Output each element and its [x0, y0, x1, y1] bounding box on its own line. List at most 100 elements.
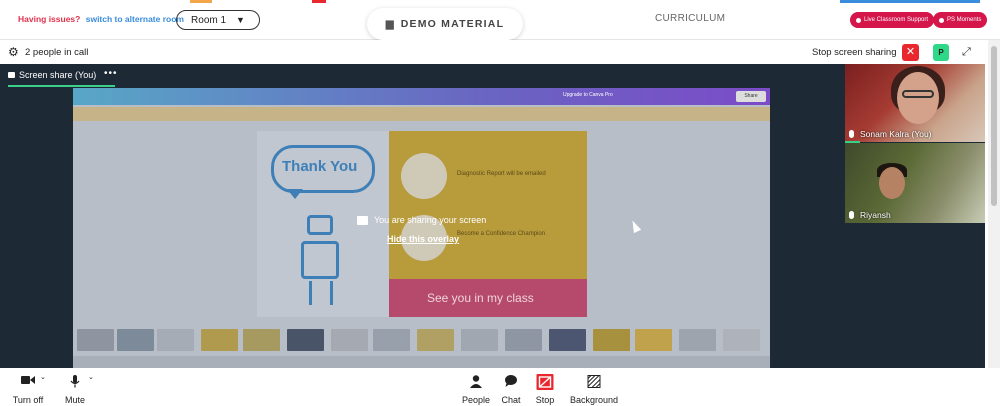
ps-moments-button[interactable]: PS Moments [933, 12, 988, 28]
robot-body [301, 241, 339, 279]
video-camera-icon [21, 375, 35, 387]
support-icon [856, 17, 861, 23]
slide-item-2: Become a Confidence Champion [457, 231, 546, 237]
folder-icon: ▆ [385, 18, 395, 30]
slide-thumbnail [201, 329, 238, 351]
participant-face [879, 167, 905, 199]
active-tab-indicator [8, 85, 115, 87]
sharing-overlay-message: You are sharing your screen [374, 215, 487, 225]
chat-bubble-icon [505, 375, 518, 389]
screen-upload-icon [357, 215, 368, 225]
microphone-icon [70, 375, 80, 390]
stop-label: Stop [535, 395, 555, 405]
people-button[interactable]: People [458, 368, 494, 406]
scrollbar[interactable] [988, 40, 1000, 368]
tab-screen-share[interactable]: Screen share (You) [8, 70, 96, 80]
slide-item-1: Diagnostic Report will be emailed [457, 171, 546, 177]
pin-button[interactable]: P [933, 44, 949, 61]
moments-icon [939, 17, 944, 23]
ps-moments-label: PS Moments [947, 17, 982, 23]
tab-demo-material[interactable]: ▆ DEMO MATERIAL [367, 8, 523, 40]
participant-name: Sonam Kalra (You) [849, 129, 932, 139]
close-icon: ✕ [905, 46, 916, 58]
shared-warning-banner [73, 107, 770, 121]
slide-thumbnail [679, 329, 716, 351]
caret-down-icon: ▼ [236, 15, 245, 25]
slide-thumbnail [77, 329, 114, 351]
hide-overlay-link[interactable]: Hide this overlay [387, 234, 459, 244]
live-support-label: Live Classroom Support [864, 17, 929, 23]
issues-notice: Having issues? switch to alternate room [18, 14, 184, 24]
shared-share-button: Share [736, 91, 766, 102]
top-bar: Having issues? switch to alternate room … [0, 0, 1000, 40]
participant-tile[interactable]: Riyansh [845, 143, 985, 223]
call-controls: Turn off ⌄ Mute ⌄ People Chat Stop Backg… [0, 368, 1000, 406]
slide-thumbnail [331, 329, 368, 351]
slide-thumbnail [373, 329, 410, 351]
chevron-down-icon[interactable]: ⌄ [88, 373, 94, 381]
issues-text: Having issues? [18, 14, 81, 24]
chat-label: Chat [501, 395, 521, 405]
slide-footer: See you in my class [427, 291, 534, 305]
slide-thumbnail [723, 329, 760, 351]
participant-name-label: Riyansh [860, 210, 891, 220]
stop-sharing-label: Stop screen sharing [812, 47, 897, 58]
scrollbar-thumb[interactable] [991, 46, 997, 206]
robot-legs [309, 281, 333, 305]
slide-thumbnail [593, 329, 630, 351]
slide-panel: Diagnostic Report will be emailed Become… [389, 131, 587, 279]
slide-thumbnail [417, 329, 454, 351]
room-select-value: Room 1 [191, 14, 227, 26]
room-select[interactable]: Room 1 ▼ [176, 10, 260, 30]
background-label: Background [569, 395, 619, 405]
participant-name: Riyansh [849, 210, 891, 220]
background-button[interactable]: Background [566, 368, 622, 406]
slide-thumbnail [243, 329, 280, 351]
sharing-overlay: You are sharing your screen [357, 215, 486, 225]
participant-name-label: Sonam Kalra (You) [860, 129, 932, 139]
slide-thumbnail [157, 329, 194, 351]
call-header: ⚙ 2 people in call Stop screen sharing [0, 40, 1000, 64]
people-count: 2 people in call [25, 47, 89, 58]
mute-label: Mute [64, 395, 85, 405]
slide-title: Thank You [282, 158, 358, 175]
camera-label: Turn off [12, 395, 44, 405]
people-label: People [461, 395, 491, 405]
report-icon [401, 153, 447, 199]
decorative-stripe [840, 0, 980, 3]
shared-screen-preview: Upgrade to Canva Pro Share Thank You Dia… [73, 88, 770, 368]
glasses [902, 90, 934, 98]
robot-illustration [307, 215, 333, 235]
stop-share-button[interactable]: Stop [530, 368, 560, 406]
speech-bubble: Thank You [271, 145, 375, 193]
mic-icon [849, 130, 854, 138]
gear-icon[interactable]: ⚙ [8, 45, 19, 59]
slide-thumbnails [73, 327, 770, 355]
slide-thumbnail [635, 329, 672, 351]
slide-thumbnail [549, 329, 586, 351]
decorative-stripe [312, 0, 326, 3]
slide-thumbnail [287, 329, 324, 351]
person-icon [470, 375, 482, 390]
slide-footer-panel: See you in my class [389, 279, 587, 317]
live-support-button[interactable]: Live Classroom Support [850, 12, 935, 28]
stop-share-icon [536, 374, 554, 392]
stop-sharing-button[interactable]: ✕ [902, 44, 919, 61]
slide-thumbnail [505, 329, 542, 351]
shared-app-toolbar: Upgrade to Canva Pro Share [73, 88, 770, 105]
slide-thumbnail [117, 329, 154, 351]
chat-button[interactable]: Chat [496, 368, 526, 406]
decorative-stripe [190, 0, 212, 3]
alternate-room-link[interactable]: switch to alternate room [86, 14, 184, 24]
more-options-icon[interactable]: ••• [104, 68, 118, 79]
expand-icon[interactable]: ⤢ [962, 46, 971, 59]
background-icon [587, 374, 601, 390]
tab-demo-material-label: DEMO MATERIAL [400, 18, 505, 30]
participant-face [897, 72, 939, 124]
upgrade-text: Upgrade to Canva Pro [563, 92, 613, 98]
mic-icon [849, 211, 854, 219]
participant-tile[interactable]: Sonam Kalra (You) [845, 64, 985, 142]
chevron-down-icon[interactable]: ⌄ [40, 373, 46, 381]
tab-curriculum[interactable]: CURRICULUM [655, 13, 725, 24]
shared-status-bar [73, 356, 770, 368]
